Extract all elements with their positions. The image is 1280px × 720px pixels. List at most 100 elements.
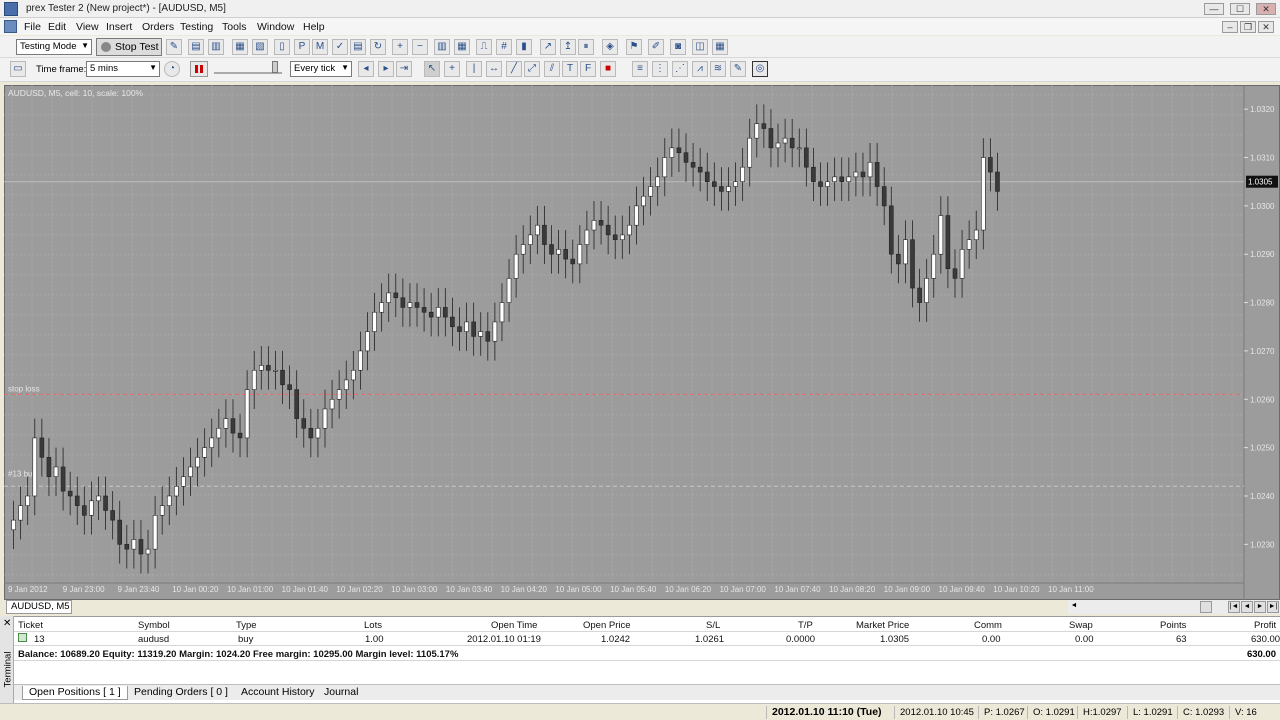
col-market-price[interactable]: Market Price [856, 620, 909, 631]
menu-insert[interactable]: Insert [106, 21, 132, 33]
minimize-button[interactable]: — [1204, 3, 1224, 15]
doc-restore-button[interactable]: ❐ [1240, 21, 1256, 33]
col-points[interactable]: Points [1160, 620, 1186, 631]
template-icon[interactable]: ◈ [602, 39, 618, 55]
scroll-thumb[interactable] [1200, 601, 1212, 613]
doc-close-button[interactable]: ✕ [1258, 21, 1274, 33]
col-ticket[interactable]: Ticket [18, 620, 43, 631]
col-lots[interactable]: Lots [364, 620, 382, 631]
cell-type[interactable]: buy [238, 634, 253, 645]
cell-open-price[interactable]: 1.0242 [601, 634, 630, 645]
col-symbol[interactable]: Symbol [138, 620, 170, 631]
split-icon[interactable]: ▧ [252, 39, 268, 55]
open-folder-icon[interactable]: ▤ [188, 39, 204, 55]
chart-tab-audusd[interactable]: AUDUSD, M5 [6, 600, 72, 614]
menu-file[interactable]: File [24, 21, 41, 33]
mode-select[interactable]: Testing Mode ▼ [16, 39, 92, 55]
col-tp[interactable]: T/P [798, 620, 813, 631]
tab-journal[interactable]: Journal [318, 686, 364, 700]
copy-icon[interactable]: ▦ [232, 39, 248, 55]
nav-first-button[interactable]: |◄ [1228, 601, 1240, 613]
menu-window[interactable]: Window [257, 21, 294, 33]
magnet-icon[interactable]: ◎ [752, 61, 768, 77]
settings-icon[interactable]: ✎ [166, 39, 182, 55]
bar-chart-icon[interactable]: ▥ [434, 39, 450, 55]
cell-comm[interactable]: 0.00 [982, 634, 1001, 645]
volume-icon[interactable]: ▮ [516, 39, 532, 55]
refresh-icon[interactable]: ↻ [370, 39, 386, 55]
trend-line-icon[interactable]: ╱ [506, 61, 522, 77]
screenshot-icon[interactable]: ◙ [670, 39, 686, 55]
menu-help[interactable]: Help [303, 21, 325, 33]
doc-minimize-button[interactable]: – [1222, 21, 1238, 33]
ray-icon[interactable]: ⤢ [524, 61, 540, 77]
line-chart-icon[interactable]: ⎍ [476, 39, 492, 55]
fibonacci-icon[interactable]: F [580, 61, 596, 77]
col-swap[interactable]: Swap [1069, 620, 1093, 631]
close-button[interactable]: ✕ [1256, 3, 1276, 15]
shapes-icon[interactable]: ■ [600, 61, 616, 77]
cell-tp[interactable]: 0.0000 [786, 634, 815, 645]
clock-icon[interactable]: ◔ [164, 61, 180, 77]
tab-account-history[interactable]: Account History [235, 686, 321, 700]
new-chart-icon[interactable]: ▯ [274, 39, 290, 55]
tab-pending-orders[interactable]: Pending Orders [ 0 ] [128, 686, 234, 700]
windows-icon[interactable]: ◫ [692, 39, 708, 55]
cell-symbol[interactable]: audusd [138, 634, 169, 645]
col-type[interactable]: Type [236, 620, 257, 631]
tick-mode-select[interactable]: Every tick ▼ [290, 61, 352, 77]
zoom-out-icon[interactable]: − [412, 39, 428, 55]
horizontal-line-icon[interactable]: ↔ [486, 61, 502, 77]
col-open-price[interactable]: Open Price [583, 620, 631, 631]
menu-tools[interactable]: Tools [222, 21, 247, 33]
grid-icon[interactable]: # [496, 39, 512, 55]
period-icon[interactable]: ↥ [560, 39, 576, 55]
vertical-line-icon[interactable]: | [466, 61, 482, 77]
paste-icon[interactable]: ▥ [208, 39, 224, 55]
tools-icon[interactable]: M [312, 39, 328, 55]
cell-points[interactable]: 63 [1176, 634, 1187, 645]
properties-icon[interactable]: P [294, 39, 310, 55]
objects-icon[interactable]: ⚑ [626, 39, 642, 55]
col-open-time[interactable]: Open Time [491, 620, 537, 631]
cell-open-time[interactable]: 2012.01.10 01:19 [467, 634, 541, 645]
zoom-in-icon[interactable]: + [392, 39, 408, 55]
pitchfork-icon[interactable]: ⩘ [692, 61, 708, 77]
document-icon[interactable] [4, 20, 17, 33]
text-icon[interactable]: T [562, 61, 578, 77]
crosshair-icon[interactable]: + [444, 61, 460, 77]
col-comm[interactable]: Comm [974, 620, 1002, 631]
jump-icon[interactable]: ⇥ [396, 61, 412, 77]
nav-back-button[interactable]: ◄ [1241, 601, 1253, 613]
chart-window-icon[interactable]: ▭ [10, 61, 26, 77]
timeframe-select[interactable]: 5 mins ▼ [86, 61, 160, 77]
channel-icon[interactable]: ⫽ [544, 61, 560, 77]
cycle-lines-icon[interactable]: ≋ [710, 61, 726, 77]
cell-lots[interactable]: 1.00 [365, 634, 384, 645]
nav-forward-button[interactable]: ► [1254, 601, 1266, 613]
candle-chart-icon[interactable]: ▦ [454, 39, 470, 55]
menu-orders[interactable]: Orders [142, 21, 174, 33]
pause-button[interactable] [190, 61, 208, 77]
brush-icon[interactable]: ✐ [648, 39, 664, 55]
col-sl[interactable]: S/L [706, 620, 720, 631]
cell-profit[interactable]: 630.00 [1251, 634, 1280, 645]
cursor-icon[interactable]: ↖ [424, 61, 440, 77]
speed-slider[interactable] [214, 61, 282, 74]
col-profit[interactable]: Profit [1254, 620, 1276, 631]
step-back-icon[interactable]: ◂ [358, 61, 374, 77]
nav-last-button[interactable]: ►| [1267, 601, 1279, 613]
menu-edit[interactable]: Edit [48, 21, 66, 33]
scroll-left-arrow[interactable]: ◄ [1068, 601, 1080, 613]
fib-fan-icon[interactable]: ⋮ [652, 61, 668, 77]
tab-open-positions[interactable]: Open Positions [ 1 ] [22, 686, 128, 700]
calendar-icon[interactable]: ▦ [712, 39, 728, 55]
speed-slider-handle[interactable] [272, 61, 278, 73]
autoscroll-icon[interactable]: ⏸ [578, 39, 594, 55]
step-forward-icon[interactable]: ▸ [378, 61, 394, 77]
stop-test-button[interactable]: Stop Test [96, 38, 162, 56]
menu-view[interactable]: View [76, 21, 99, 33]
gann-icon[interactable]: ⋰ [672, 61, 688, 77]
menu-testing[interactable]: Testing [180, 21, 213, 33]
price-chart[interactable]: stop loss #13 buy 1.0305 1.0320 1.0310 1.0300… [4, 85, 1280, 600]
